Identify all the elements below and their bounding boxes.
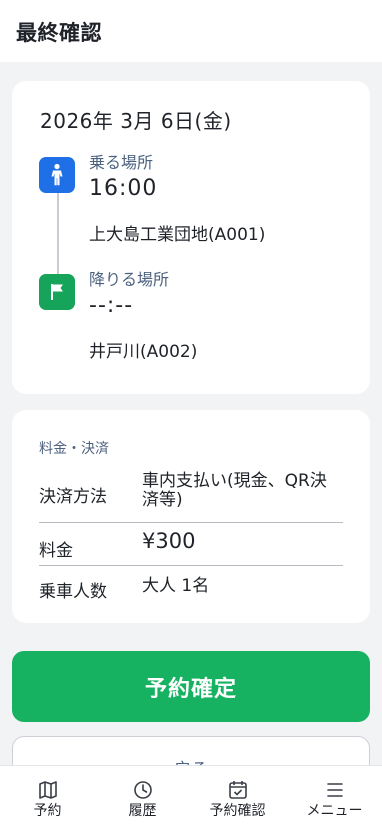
timeline-connector: [57, 193, 59, 279]
pickup-place: 上大島工業団地(A001): [89, 225, 266, 245]
fare-value: ¥300: [142, 529, 196, 553]
trip-date: 2026年 3月 6日(金): [40, 109, 232, 133]
row-label: 乗車人数: [39, 582, 107, 602]
tab-history[interactable]: 履歴: [95, 766, 190, 828]
map-icon: [38, 781, 57, 799]
tab-label: 履歴: [128, 803, 157, 819]
row-value: 車内支払い(現金、QR決 済等): [142, 472, 327, 510]
confirm-reservation-button[interactable]: 予約確定: [12, 651, 370, 722]
row-value-line: 車内支払い(現金、QR決: [142, 471, 327, 491]
divider: [39, 522, 343, 523]
divider: [39, 565, 343, 566]
app-header: 最終確認: [0, 0, 382, 62]
payment-card: 料金・決済 決済方法 車内支払い(現金、QR決 済等) 料金 ¥300 乗車人数…: [12, 410, 370, 623]
row-label: 料金: [39, 541, 73, 561]
bottom-tab-bar: 予約 履歴 予約確認 メニュー: [0, 765, 382, 828]
pickup-label: 乗る場所: [89, 153, 154, 172]
calendar-check-icon: [228, 781, 247, 799]
pickup-time: 16:00: [89, 176, 158, 201]
person-icon: [39, 157, 75, 193]
row-label: 決済方法: [39, 487, 107, 507]
tab-label: 予約確認: [209, 803, 266, 819]
tab-reserve[interactable]: 予約: [0, 766, 95, 828]
page-title: 最終確認: [16, 21, 102, 45]
menu-icon: [326, 783, 343, 797]
passenger-value: 大人 1名: [142, 576, 210, 596]
tab-label: 予約: [33, 803, 62, 819]
dropoff-time: --:--: [89, 293, 134, 318]
clock-icon: [133, 781, 152, 799]
tab-label: メニュー: [306, 803, 363, 819]
flag-icon: [39, 274, 75, 310]
row-value-line: 済等): [142, 490, 183, 510]
payment-section-title: 料金・決済: [39, 441, 109, 457]
tab-menu[interactable]: メニュー: [287, 766, 382, 828]
dropoff-place: 井戸川(A002): [89, 342, 198, 362]
tab-reservation-check[interactable]: 予約確認: [190, 766, 285, 828]
trip-summary-card: 2026年 3月 6日(金) 乗る場所 16:00 上大島工業団地(A001) …: [12, 81, 370, 394]
dropoff-label: 降りる場所: [89, 270, 170, 289]
